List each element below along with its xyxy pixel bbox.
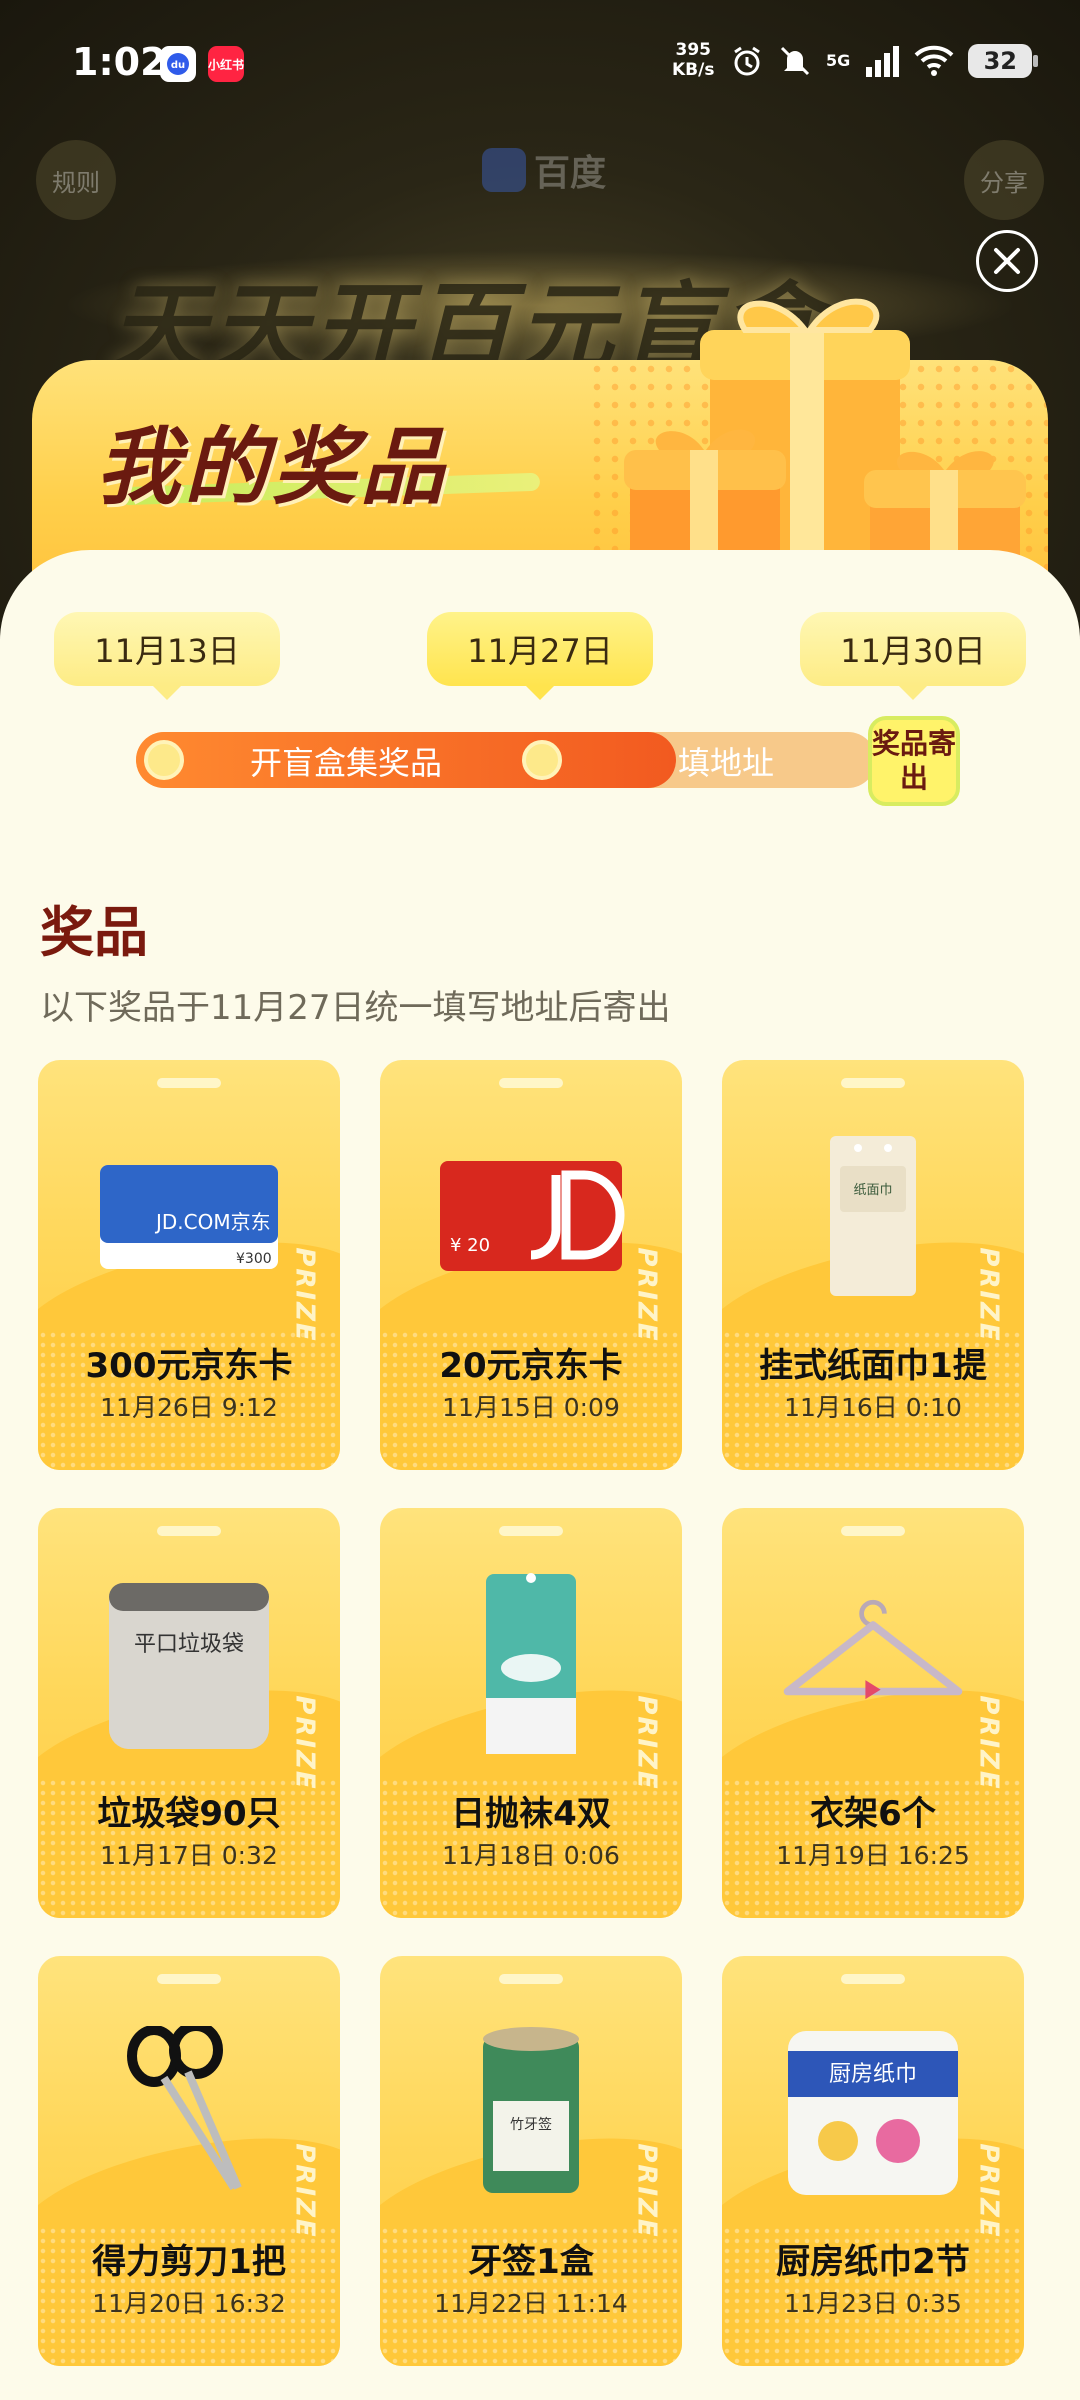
card-tab xyxy=(499,1526,563,1536)
prize-card[interactable]: 平口垃圾袋 PRIZE 垃圾袋90只 11月17日 0:32 xyxy=(38,1508,340,1918)
step-ship-prizes: 奖品寄出 xyxy=(868,716,960,806)
prize-tag: PRIZE xyxy=(973,1695,1004,1791)
socks-pack-icon xyxy=(436,1573,626,1754)
card-tab xyxy=(157,1078,221,1088)
svg-text:厨房纸巾: 厨房纸巾 xyxy=(829,2062,917,2087)
timeline-date-1: 11月13日 xyxy=(54,612,280,700)
mute-icon xyxy=(780,46,810,76)
kitchen-towel-icon: 厨房纸巾 xyxy=(778,2031,968,2195)
prize-name: 300元京东卡 xyxy=(85,1346,293,1386)
prize-card[interactable]: 纸面巾 PRIZE 挂式纸面巾1提 11月16日 0:10 xyxy=(722,1060,1024,1470)
network-speed: 395 KB/s xyxy=(672,40,715,80)
timeline-date-2: 11月27日 xyxy=(427,612,653,700)
status-bar: 1:02 du 小红书 395 KB/s 5G 32 xyxy=(0,0,1080,130)
scissors-icon xyxy=(94,2026,284,2191)
network-type: 5G xyxy=(826,51,851,70)
prize-time: 11月26日 9:12 xyxy=(100,1393,278,1422)
alarm-icon xyxy=(734,46,760,76)
battery-icon: 32 xyxy=(968,44,1039,78)
prize-tag: PRIZE xyxy=(631,1695,662,1791)
svg-text:¥300: ¥300 xyxy=(236,1251,272,1267)
prize-tag: PRIZE xyxy=(631,1247,662,1343)
prize-time: 11月19日 16:25 xyxy=(776,1841,970,1870)
wifi-icon xyxy=(914,45,954,76)
prize-tag: PRIZE xyxy=(973,1247,1004,1343)
prize-name: 垃圾袋90只 xyxy=(97,1794,281,1834)
timeline-date-3: 11月30日 xyxy=(800,612,1026,700)
prize-tag: PRIZE xyxy=(973,2143,1004,2239)
close-icon xyxy=(994,248,1020,274)
trash-bag-icon: 平口垃圾袋 xyxy=(94,1583,284,1749)
prize-name: 厨房纸巾2节 xyxy=(776,2242,970,2282)
rules-button[interactable]: 规则 xyxy=(36,140,116,220)
brand-name: 百度 xyxy=(534,153,607,194)
tissue-pack-icon: 纸面巾 xyxy=(778,1136,968,1296)
baidu-app-icon: du xyxy=(160,46,196,82)
card-tab xyxy=(841,1078,905,1088)
prize-name: 日抛袜4双 xyxy=(451,1794,611,1834)
progress-dot-current xyxy=(522,740,562,780)
prize-card[interactable]: PRIZE 得力剪刀1把 11月20日 16:32 xyxy=(38,1956,340,2366)
prize-card[interactable]: 竹牙签 PRIZE 牙签1盒 11月22日 11:14 xyxy=(380,1956,682,2366)
banner-title: 我的奖品 xyxy=(96,418,449,516)
svg-text:纸面巾: 纸面巾 xyxy=(853,1183,892,1198)
jd-card-red-icon: ¥ 20 xyxy=(436,1140,626,1290)
prize-grid: JD.COM京东 ¥300 PRIZE 300元京东卡 11月26日 9:12 ¥ 20 P… xyxy=(38,1060,1048,2366)
hanger-icon xyxy=(778,1588,968,1738)
prize-card[interactable]: 厨房纸巾 PRIZE 厨房纸巾2节 11月23日 0:35 xyxy=(722,1956,1024,2366)
prize-time: 11月23日 0:35 xyxy=(784,2289,962,2318)
signal-icon xyxy=(866,46,900,77)
prize-time: 11月15日 0:09 xyxy=(442,1393,620,1422)
prize-card[interactable]: PRIZE 衣架6个 11月19日 16:25 xyxy=(722,1508,1024,1918)
step-fill-address: 填地址 xyxy=(678,744,775,782)
prize-tag: PRIZE xyxy=(289,1247,320,1343)
jd-card-blue-icon: JD.COM京东 ¥300 xyxy=(94,1140,284,1290)
prize-tag: PRIZE xyxy=(289,1695,320,1791)
baidu-logo-icon xyxy=(482,148,526,192)
card-tab xyxy=(499,1078,563,1088)
prize-time: 11月16日 0:10 xyxy=(784,1393,962,1422)
brand: 百度 xyxy=(482,144,606,196)
svg-text:平口垃圾袋: 平口垃圾袋 xyxy=(134,1632,244,1657)
section-title: 奖品 xyxy=(40,901,148,964)
progress-dot-start xyxy=(144,740,184,780)
xiaohongshu-app-icon: 小红书 xyxy=(208,46,244,82)
toothpick-box-icon: 竹牙签 xyxy=(436,2027,626,2193)
card-tab xyxy=(157,1526,221,1536)
svg-text:JD.COM京东: JD.COM京东 xyxy=(154,1210,271,1234)
close-button[interactable] xyxy=(976,230,1038,292)
prize-tag: PRIZE xyxy=(289,2143,320,2239)
prize-name: 20元京东卡 xyxy=(439,1346,623,1386)
step-open-box: 开盲盒集奖品 xyxy=(250,744,443,782)
prize-name: 牙签1盒 xyxy=(468,2242,594,2282)
card-tab xyxy=(499,1974,563,1984)
card-tab xyxy=(157,1974,221,1984)
prize-time: 11月20日 16:32 xyxy=(92,2289,286,2318)
svg-text:du: du xyxy=(171,60,185,71)
status-icons: 5G 32 xyxy=(730,44,1039,78)
card-tab xyxy=(841,1526,905,1536)
section-subtitle: 以下奖品于11月27日统一填写地址后寄出 xyxy=(40,988,671,1028)
prize-card[interactable]: JD.COM京东 ¥300 PRIZE 300元京东卡 11月26日 9:12 xyxy=(38,1060,340,1470)
svg-text:竹牙签: 竹牙签 xyxy=(510,2116,552,2133)
card-tab xyxy=(841,1974,905,1984)
svg-text:¥ 20: ¥ 20 xyxy=(450,1235,490,1256)
prize-name: 挂式纸面巾1提 xyxy=(759,1346,987,1386)
prize-time: 11月22日 11:14 xyxy=(434,2289,628,2318)
prize-card[interactable]: PRIZE 日抛袜4双 11月18日 0:06 xyxy=(380,1508,682,1918)
prize-time: 11月17日 0:32 xyxy=(100,1841,278,1870)
prize-name: 衣架6个 xyxy=(810,1794,936,1834)
prize-time: 11月18日 0:06 xyxy=(442,1841,620,1870)
prize-tag: PRIZE xyxy=(631,2143,662,2239)
prize-card[interactable]: ¥ 20 PRIZE 20元京东卡 11月15日 0:09 xyxy=(380,1060,682,1470)
share-button[interactable]: 分享 xyxy=(964,140,1044,220)
prize-name: 得力剪刀1把 xyxy=(92,2242,286,2282)
status-time: 1:02 xyxy=(72,40,167,84)
